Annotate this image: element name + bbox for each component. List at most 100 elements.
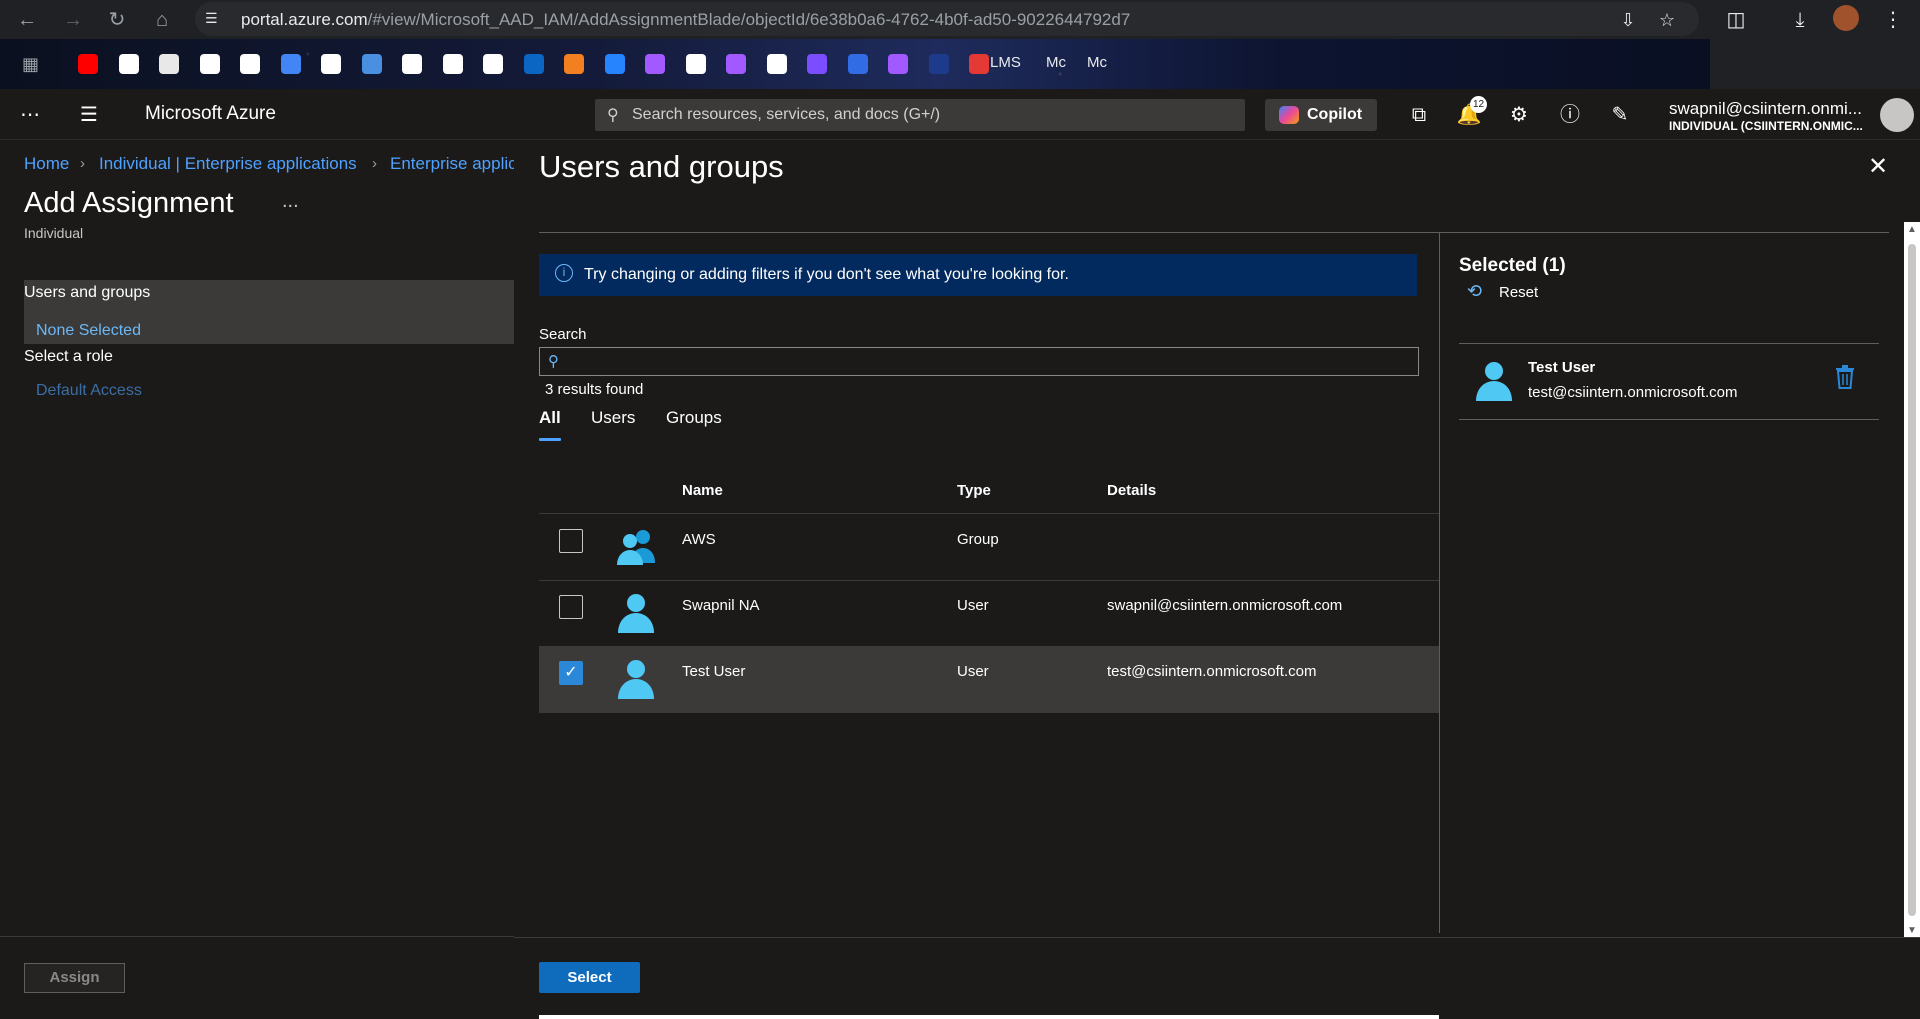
bookmark-favicon-icon[interactable] <box>564 54 584 74</box>
bookmark-favicon-icon[interactable] <box>280 54 301 74</box>
account-avatar[interactable] <box>1880 98 1914 132</box>
bookmark-favicon-icon[interactable] <box>483 54 503 74</box>
scroll-down-icon[interactable]: ▼ <box>1907 925 1917 936</box>
close-icon[interactable]: ✕ <box>1865 154 1891 180</box>
url-path: /#view/Microsoft_AAD_IAM/AddAssignmentBl… <box>367 10 1131 29</box>
search-icon: ⚲ <box>607 107 619 124</box>
bookmark-label[interactable]: Mc <box>1046 54 1066 71</box>
portal-menu-grid-icon[interactable]: ⋯ <box>16 101 44 129</box>
table-row[interactable]: Swapnil NA User swapnil@csiintern.onmicr… <box>539 581 1439 647</box>
bookmark-favicon-icon[interactable] <box>888 54 908 74</box>
portal-brand[interactable]: Microsoft Azure <box>145 103 276 125</box>
row-checkbox[interactable] <box>559 529 583 553</box>
bookmark-favicon-icon[interactable] <box>199 54 220 74</box>
users-and-groups-panel: Users and groups ✕ i Try changing or add… <box>514 140 1920 1019</box>
bookmark-favicon-icon[interactable] <box>159 54 179 74</box>
bookmark-star-icon[interactable]: ☆ <box>1655 8 1679 32</box>
cloud-shell-icon[interactable]: ⧉ <box>1405 101 1433 129</box>
apps-grid-icon[interactable]: ▦ <box>22 54 42 74</box>
bookmark-favicon-icon[interactable] <box>442 54 463 74</box>
search-input[interactable]: ⚲ <box>539 347 1419 376</box>
account-tenant[interactable]: INDIVIDUAL (CSIINTERN.ONMIC... <box>1669 119 1863 133</box>
none-selected-link[interactable]: None Selected <box>36 322 141 340</box>
downloads-icon[interactable]: ⤓ <box>1786 6 1814 34</box>
bookmark-favicon-icon[interactable] <box>969 54 989 74</box>
tab-users[interactable]: Users <box>591 408 635 428</box>
select-button[interactable]: Select <box>539 962 640 993</box>
footer-divider <box>514 937 1920 938</box>
bookmark-favicon-icon[interactable] <box>645 54 665 74</box>
back-icon[interactable]: ← <box>13 6 41 34</box>
user-avatar-icon <box>618 594 654 633</box>
url-text[interactable]: portal.azure.com/#view/Microsoft_AAD_IAM… <box>241 10 1130 30</box>
help-icon[interactable]: ⓘ <box>1556 101 1584 129</box>
copilot-button[interactable]: Copilot <box>1265 99 1377 131</box>
bookmark-favicon-icon[interactable] <box>726 54 746 74</box>
extensions-icon[interactable]: ◫ <box>1722 6 1750 34</box>
assign-button[interactable]: Assign <box>24 963 125 993</box>
feedback-icon[interactable]: ✎ <box>1606 101 1634 129</box>
table-header: Name Type Details <box>539 473 1439 514</box>
bookmark-favicon-icon[interactable] <box>78 54 98 74</box>
bookmark-favicon-icon[interactable] <box>685 54 706 74</box>
address-bar[interactable]: ☰ portal.azure.com/#view/Microsoft_AAD_I… <box>195 2 1699 36</box>
row-checkbox-checked[interactable]: ✓ <box>559 661 583 685</box>
row-name: Swapnil NA <box>682 597 760 614</box>
page-title: Add Assignment <box>24 187 234 219</box>
home-icon[interactable]: ⌂ <box>148 6 176 34</box>
users-and-groups-section[interactable]: Users and groups None Selected <box>24 280 514 344</box>
bookmark-favicon-icon[interactable] <box>402 54 422 74</box>
forward-icon[interactable]: → <box>59 6 87 34</box>
site-info-icon[interactable]: ☰ <box>205 10 223 28</box>
delete-trash-icon[interactable] <box>1834 364 1856 390</box>
breadcrumb-enterprise-apps[interactable]: Individual | Enterprise applications <box>99 154 357 174</box>
breadcrumb-home[interactable]: Home <box>24 154 69 174</box>
hamburger-menu-icon[interactable]: ☰ <box>75 101 103 129</box>
more-options-icon[interactable]: ... <box>282 190 299 213</box>
column-header-name[interactable]: Name <box>682 482 723 499</box>
footer-divider <box>0 936 514 937</box>
row-details: swapnil@csiintern.onmicrosoft.com <box>1107 597 1343 614</box>
browser-menu-icon[interactable]: ⋮ <box>1879 6 1907 34</box>
bookmark-favicon-icon[interactable] <box>240 54 260 74</box>
results-count: 3 results found <box>545 381 644 398</box>
scrollbar-thumb[interactable] <box>1908 244 1916 916</box>
bookmark-favicon-icon[interactable] <box>361 54 382 74</box>
tab-groups[interactable]: Groups <box>666 408 722 428</box>
column-header-details[interactable]: Details <box>1107 482 1156 499</box>
vertical-scrollbar[interactable]: ▲ ▼ <box>1904 222 1920 938</box>
copilot-icon <box>1279 106 1299 124</box>
reload-icon[interactable]: ↻ <box>103 6 131 34</box>
bookmark-favicon-icon[interactable] <box>766 54 787 74</box>
breadcrumb-enterprise-app[interactable]: Enterprise applic <box>390 154 514 174</box>
bookmark-favicon-icon[interactable] <box>118 54 139 74</box>
group-avatar-icon <box>617 530 655 565</box>
bookmark-favicon-icon[interactable] <box>928 54 949 74</box>
account-email[interactable]: swapnil@csiintern.onmi... <box>1669 99 1862 119</box>
default-access-link[interactable]: Default Access <box>36 382 142 400</box>
bookmark-favicon-icon[interactable] <box>807 54 827 74</box>
select-role-label: Select a role <box>24 348 113 365</box>
bookmark-favicon-icon[interactable] <box>321 54 341 74</box>
table-row[interactable]: ✓ Test User User test@csiintern.onmicros… <box>539 647 1439 713</box>
row-checkbox[interactable] <box>559 595 583 619</box>
profile-avatar[interactable] <box>1833 5 1859 31</box>
horizontal-scrollbar[interactable]: ◀ ▶ <box>539 1015 1439 1019</box>
install-app-icon[interactable]: ⇩ <box>1616 8 1640 32</box>
settings-gear-icon[interactable]: ⚙ <box>1505 101 1533 129</box>
bookmark-label[interactable]: Mc <box>1087 54 1107 71</box>
page-subtitle: Individual <box>24 225 84 241</box>
row-type: User <box>957 597 989 614</box>
column-header-type[interactable]: Type <box>957 482 991 499</box>
bookmark-favicon-icon[interactable] <box>523 54 544 74</box>
scroll-up-icon[interactable]: ▲ <box>1907 224 1917 235</box>
global-search-input[interactable]: ⚲ Search resources, services, and docs (… <box>595 99 1245 131</box>
selected-item-email: test@csiintern.onmicrosoft.com <box>1528 384 1738 401</box>
selected-item: Test User test@csiintern.onmicrosoft.com <box>1459 344 1879 420</box>
column-divider <box>1439 233 1440 933</box>
bookmark-favicon-icon[interactable] <box>604 54 625 74</box>
tab-all[interactable]: All <box>539 408 561 428</box>
bookmark-favicon-icon[interactable] <box>847 54 868 74</box>
table-row[interactable]: AWS Group <box>539 515 1439 581</box>
bookmark-label[interactable]: LMS <box>990 54 1021 71</box>
